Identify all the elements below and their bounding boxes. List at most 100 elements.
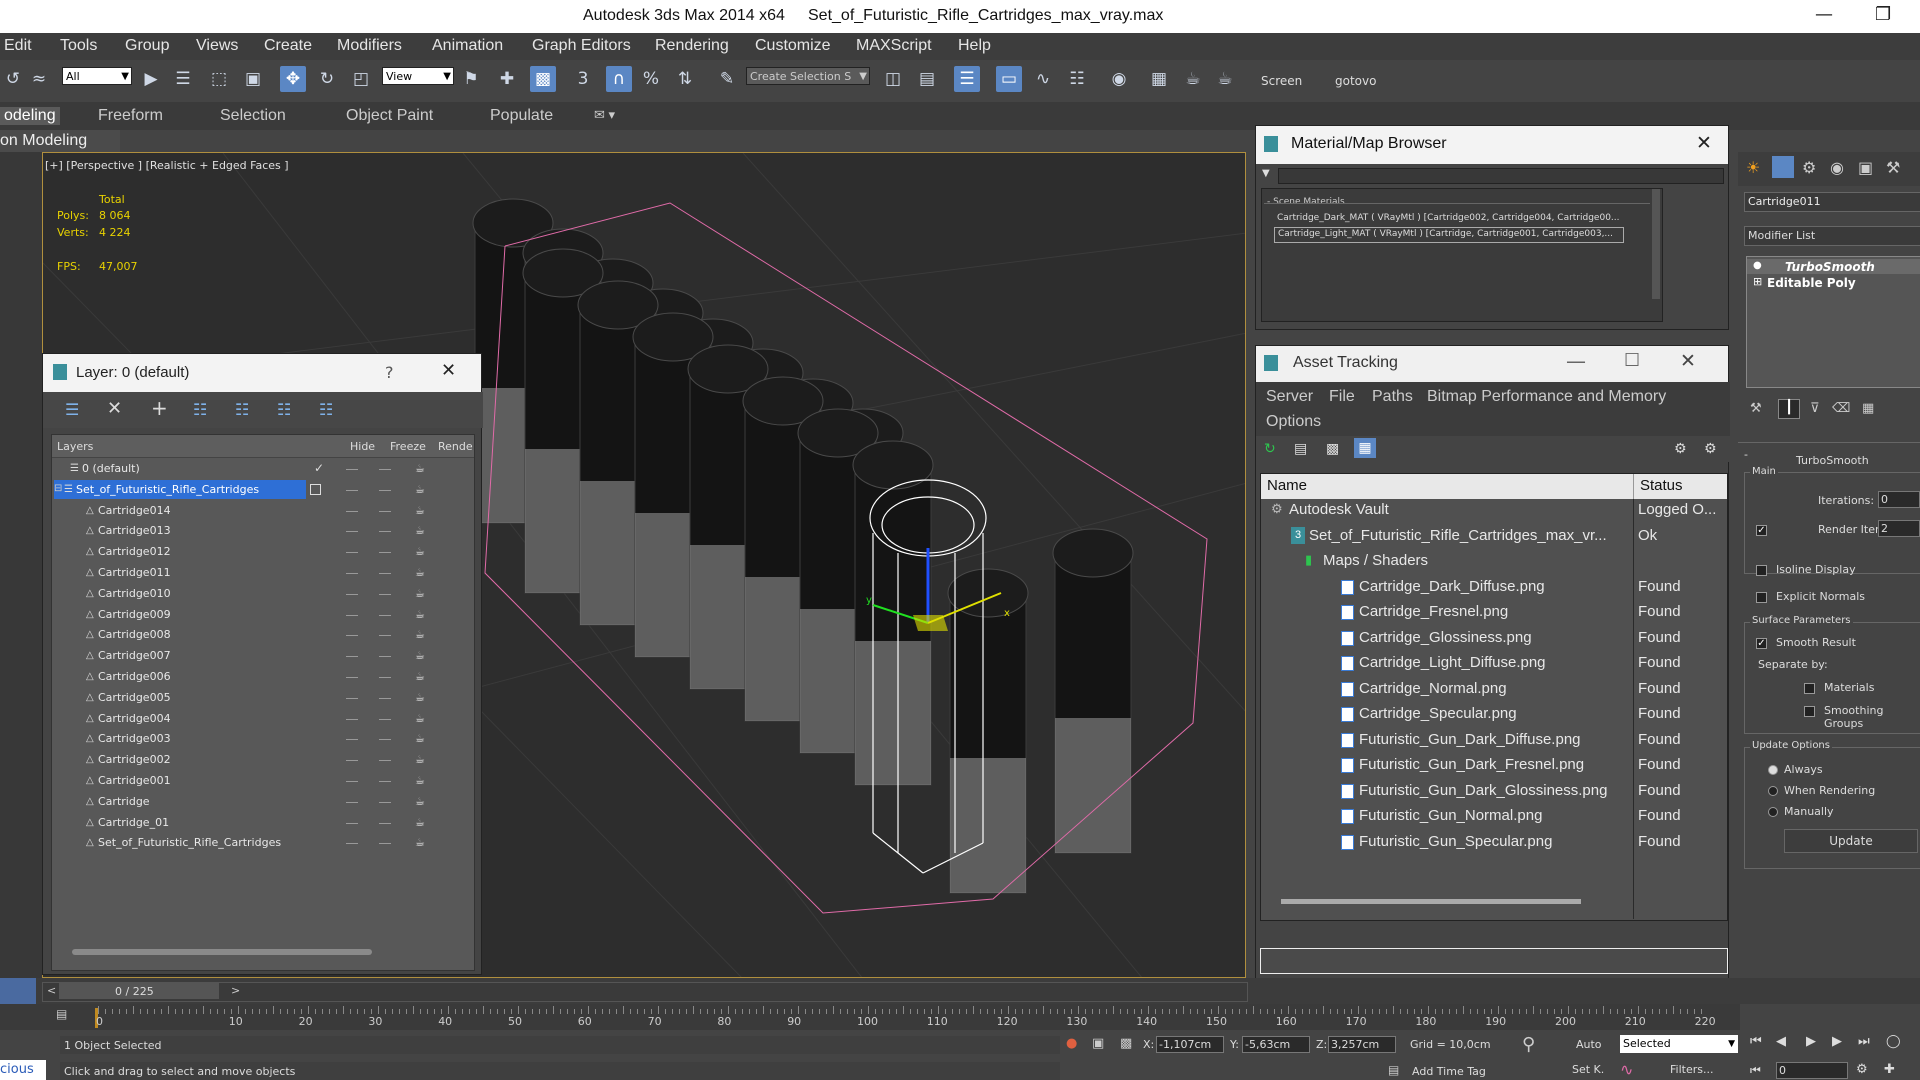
layer-row[interactable]: ☰ 0 (default) ✓ ☕ [52, 458, 472, 479]
delete-layer-icon[interactable]: ✕ [107, 398, 122, 419]
isoline-checkbox[interactable] [1756, 565, 1767, 576]
asset-scrollbar[interactable] [1281, 899, 1581, 904]
hide-toggle[interactable] [346, 697, 358, 699]
mirror-icon[interactable]: ◫ [880, 66, 906, 92]
freeze-toggle[interactable] [379, 718, 391, 720]
menu-maxscript[interactable]: MAXScript [856, 37, 932, 55]
hierarchy-tab-icon[interactable]: ⚙ [1802, 158, 1816, 177]
freeze-toggle[interactable] [379, 801, 391, 803]
time-slider-prev-icon[interactable]: < [47, 984, 56, 997]
layer-row[interactable]: △ Cartridge004 ☕ [52, 708, 472, 729]
render-iters-checkbox[interactable]: ✓ [1756, 525, 1767, 536]
scene-materials-header[interactable]: - Scene Materials [1267, 197, 1345, 207]
gotovo-label[interactable]: gotovo [1335, 74, 1376, 88]
tab-freeform[interactable]: Freeform [98, 107, 163, 125]
table-view-icon[interactable]: ▦ [1354, 438, 1376, 458]
refresh-icon[interactable]: ↻ [1264, 441, 1276, 457]
menu-help[interactable]: Help [958, 37, 991, 55]
hide-toggle[interactable] [346, 822, 358, 824]
hide-toggle[interactable] [346, 760, 358, 762]
select-by-name-icon[interactable]: ☰ [170, 66, 196, 92]
material-item-dark[interactable]: Cartridge_Dark_MAT ( VRayMtl ) [Cartridg… [1277, 213, 1620, 223]
key-curve-icon[interactable]: ∿ [1620, 1060, 1633, 1079]
render-teapot-icon[interactable]: ☕ [415, 504, 425, 517]
auto-key-button[interactable]: Auto [1576, 1038, 1602, 1051]
hide-toggle[interactable] [346, 635, 358, 637]
hide-toggle[interactable] [346, 469, 358, 470]
smoothing-groups-checkbox[interactable] [1804, 706, 1815, 717]
freeze-toggle[interactable] [379, 781, 391, 782]
goto-start-icon[interactable]: ⏮ [1750, 1034, 1762, 1049]
freeze-toggle[interactable] [379, 573, 391, 574]
rect-selection-icon[interactable]: ⬚ [206, 66, 232, 92]
asset-row[interactable]: Cartridge_Normal.png Found [1261, 677, 1725, 702]
asset-row[interactable]: Cartridge_Dark_Diffuse.png Found [1261, 575, 1725, 600]
link-icon[interactable]: ≈ [26, 66, 52, 92]
update-when-rendering-radio[interactable] [1768, 786, 1778, 796]
hide-toggle[interactable] [346, 510, 358, 512]
close-icon[interactable]: ✕ [441, 360, 456, 381]
hide-toggle[interactable] [346, 718, 358, 720]
modifier-list-dropdown[interactable]: Modifier List [1744, 226, 1920, 246]
freeze-toggle[interactable] [379, 697, 391, 699]
maximize-icon[interactable]: ☐ [1624, 350, 1640, 371]
materials-checkbox[interactable] [1804, 683, 1815, 694]
key-filter-dropdown[interactable]: Selected ▼ [1620, 1035, 1738, 1053]
time-slider-next-icon[interactable]: > [231, 984, 240, 997]
material-editor-icon[interactable]: ◉ [1106, 66, 1132, 92]
collapse-icon[interactable]: ⊟ [54, 483, 62, 494]
render-teapot-icon[interactable]: ☕ [415, 587, 425, 600]
menu-create[interactable]: Create [264, 37, 312, 55]
render-teapot-icon[interactable]: ☕ [415, 628, 425, 641]
asset-row[interactable]: Futuristic_Gun_Specular.png Found [1261, 830, 1725, 855]
next-frame-icon[interactable]: ▶ [1832, 1034, 1842, 1049]
undo-icon[interactable]: ↺ [0, 66, 26, 92]
freeze-toggle[interactable] [379, 843, 391, 845]
hide-toggle[interactable] [346, 531, 358, 533]
tab-selection[interactable]: Selection [220, 107, 286, 125]
add-time-tag[interactable]: Add Time Tag [1412, 1065, 1486, 1078]
freeze-toggle[interactable] [379, 531, 391, 533]
selection-filter-dropdown[interactable]: All ▼ [62, 67, 132, 85]
hide-toggle[interactable] [346, 593, 358, 595]
explicit-normals-checkbox[interactable] [1756, 592, 1767, 603]
lock-icon[interactable]: ▣ [1092, 1036, 1104, 1051]
object-name-field[interactable]: Cartridge011 [1744, 192, 1920, 212]
y-coord-field[interactable]: -5,63cm [1242, 1036, 1310, 1053]
update-button[interactable]: Update [1784, 829, 1918, 853]
hide-toggle[interactable] [346, 573, 358, 574]
menu-server[interactable]: Server [1266, 388, 1313, 406]
render-frame-icon[interactable]: ☕ [1180, 66, 1206, 92]
menu-rendering[interactable]: Rendering [655, 37, 729, 55]
render-iters-spinner[interactable]: 2 [1878, 520, 1920, 537]
hide-toggle[interactable] [346, 781, 358, 782]
layer-scrollbar[interactable] [72, 949, 372, 955]
align-icon[interactable]: ▤ [914, 66, 940, 92]
render-teapot-icon[interactable]: ☕ [415, 462, 425, 475]
tab-populate[interactable]: Populate [490, 107, 553, 125]
freeze-toggle[interactable] [379, 469, 391, 470]
menu-graph-editors[interactable]: Graph Editors [532, 37, 631, 55]
tab-object-paint[interactable]: Object Paint [346, 107, 433, 125]
highlight-layer-icon[interactable]: ☷ [235, 400, 249, 419]
iterations-spinner[interactable]: 0 [1878, 491, 1920, 508]
layer-row[interactable]: △ Cartridge006 ☕ [52, 666, 472, 687]
menu-customize[interactable]: Customize [755, 37, 831, 55]
freeze-toggle[interactable] [379, 552, 391, 554]
browser-search-input[interactable] [1278, 168, 1724, 184]
angle-snap-icon[interactable]: ∩ [606, 66, 632, 92]
hide-toggle[interactable] [346, 801, 358, 803]
time-tag-icon[interactable]: ▤ [1388, 1063, 1399, 1077]
keyboard-shortcut-icon[interactable]: ▩ [530, 66, 556, 92]
menu-file[interactable]: File [1329, 388, 1355, 406]
col-hide[interactable]: Hide [350, 440, 375, 453]
layer-row[interactable]: △ Cartridge001 ☕ [52, 770, 472, 791]
menu-bitmap-performance[interactable]: Bitmap Performance and Memory [1427, 388, 1666, 406]
col-status[interactable]: Status [1640, 477, 1683, 494]
help-icon[interactable]: ? [385, 363, 394, 382]
time-slider-thumb[interactable]: 0 / 225 [59, 983, 219, 999]
schematic-view-icon[interactable]: ☷ [1064, 66, 1090, 92]
z-coord-field[interactable]: 3,257cm [1328, 1036, 1396, 1053]
render-teapot-icon[interactable]: ☕ [415, 774, 425, 787]
render-teapot-icon[interactable]: ☕ [415, 691, 425, 704]
